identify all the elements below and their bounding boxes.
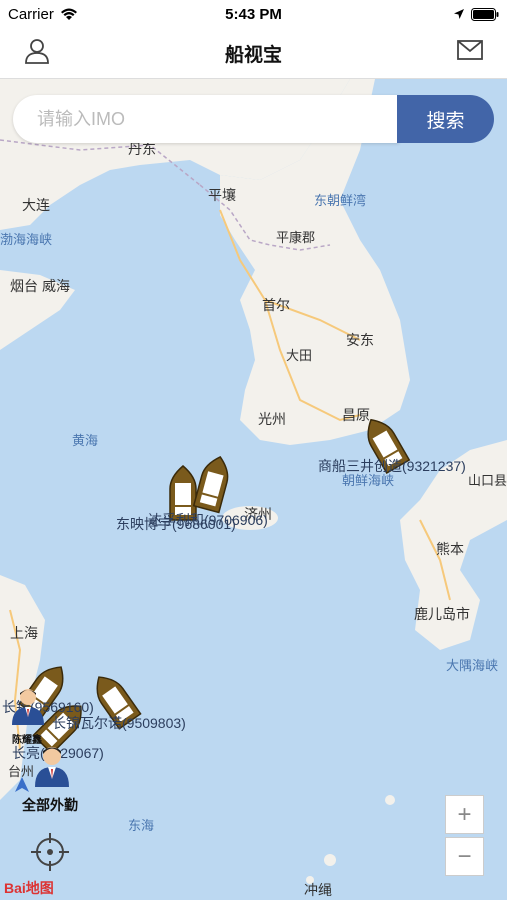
search-bar: 搜索 bbox=[13, 95, 494, 143]
page-title: 船视宝 bbox=[224, 45, 282, 66]
place-label: 平康郡 bbox=[276, 230, 316, 245]
search-button[interactable]: 搜索 bbox=[397, 95, 494, 143]
all-staff-marker[interactable] bbox=[32, 743, 72, 792]
place-label: 上海 bbox=[10, 625, 38, 641]
map-view[interactable]: 丹东 平壤 东朝鲜湾 大连 渤海海峡 平康郡 烟台 威海 首尔 安东 大田 光州 昌原 黄海 朝鲜海峡 济州山… bbox=[0, 79, 507, 900]
staff-marker[interactable] bbox=[8, 685, 48, 730]
all-staff-label: 全部外勤 bbox=[22, 797, 78, 813]
place-label: 大连 bbox=[22, 197, 50, 213]
place-label: 光州 bbox=[258, 411, 286, 427]
place-label: 山口县 bbox=[468, 473, 507, 488]
staff-person-icon bbox=[12, 689, 44, 725]
status-time: 5:43 PM bbox=[225, 5, 282, 23]
place-label: 威海 bbox=[42, 278, 70, 294]
staff-person-icon bbox=[35, 747, 69, 787]
navigation-arrow-icon bbox=[15, 777, 29, 792]
place-label: 冲绳 bbox=[304, 882, 332, 898]
place-label: 东朝鲜湾 bbox=[314, 193, 367, 208]
place-label: 大田 bbox=[286, 348, 313, 363]
locate-button[interactable] bbox=[30, 832, 70, 877]
baidu-map-logo: Bai地图 bbox=[4, 880, 54, 896]
crosshair-icon bbox=[31, 833, 69, 871]
place-label: 鹿儿岛市 bbox=[414, 606, 470, 622]
place-label: 熊本 bbox=[436, 541, 464, 557]
ship-label: 达孚利和(9706906) bbox=[148, 512, 268, 528]
messages-button[interactable] bbox=[457, 40, 483, 65]
map-land bbox=[0, 79, 507, 884]
zoom-in-button[interactable]: + bbox=[445, 795, 484, 834]
place-label: 东海 bbox=[128, 818, 155, 833]
place-label: 渤海海峡 bbox=[0, 232, 53, 247]
mail-icon bbox=[457, 40, 483, 60]
place-label: 平壤 bbox=[208, 187, 236, 203]
zoom-out-button[interactable]: − bbox=[445, 837, 484, 876]
place-label: 安东 bbox=[346, 332, 374, 348]
imo-search-input[interactable] bbox=[13, 95, 399, 143]
place-label: 黄海 bbox=[72, 433, 99, 448]
place-label: 烟台 bbox=[10, 278, 38, 294]
ship-label: 商船三井创造(9321237) bbox=[318, 458, 466, 474]
status-bar: Carrier 5:43 PM bbox=[0, 0, 507, 28]
place-label: 大隅海峡 bbox=[446, 658, 499, 673]
place-label: 首尔 bbox=[262, 297, 290, 313]
nav-bar: 船视宝 bbox=[0, 28, 507, 79]
